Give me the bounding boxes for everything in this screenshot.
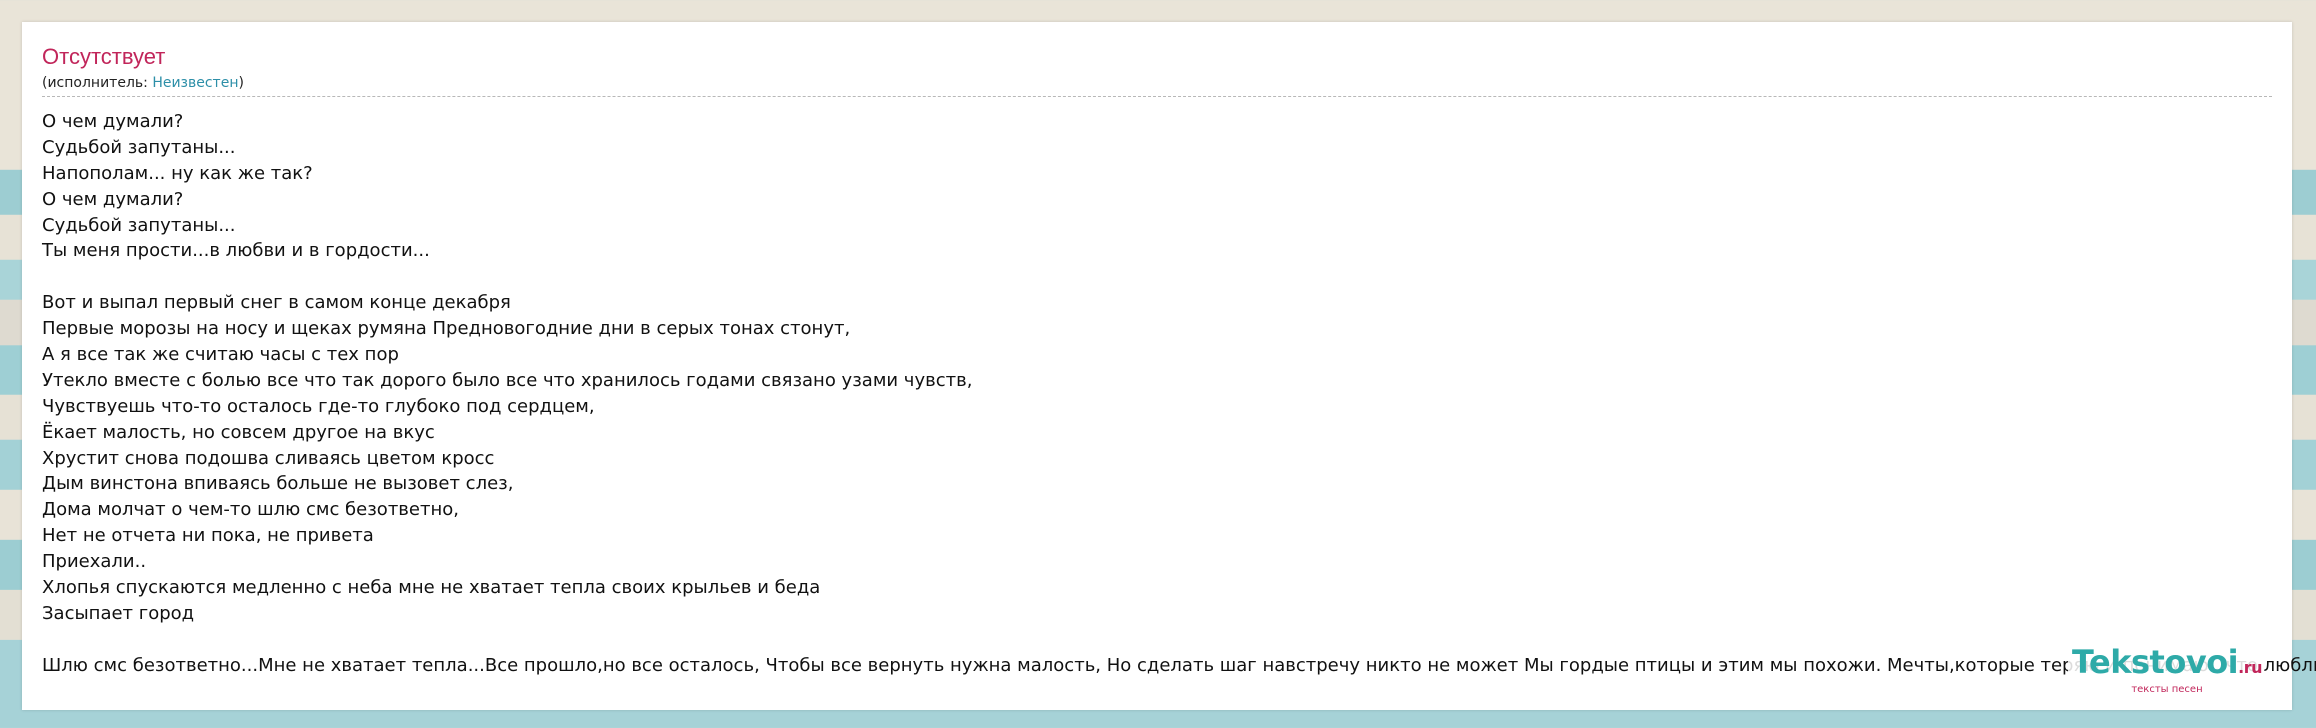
lyrics-line: А я все так же считаю часы с тех пор [42,344,399,366]
lyrics-line: О чем думали? [42,188,184,210]
lyrics-line: Ёкает малость, но совсем другое на вкус [42,421,435,443]
lyrics-line: Судьбой запутаны... [42,136,236,158]
lyrics-line: Дым винстона впиваясь больше не вызовет … [42,473,514,495]
lyrics-line: О чем думали? [42,111,184,132]
lyrics-line: Дома молчат о чем-то шлю смс безответно, [42,499,459,521]
artist-link[interactable]: Неизвестен [152,75,238,91]
artist-suffix: ) [238,75,244,91]
lyrics-line: Нет не отчета ни пока, не привета [42,525,374,547]
lyrics-line: Чувствуешь что-то осталось где-то глубок… [42,395,595,417]
song-title: Отсутствует [42,44,166,69]
artist-line: (исполнитель: Неизвестен) [42,74,2272,97]
site-logo[interactable]: Tekstovoi.ru тексты песен [2067,643,2263,696]
lyrics-blank-line [42,264,2272,290]
lyrics-text: О чем думали? Судьбой запутаны... Напопо… [42,109,2316,679]
lyrics-line: Утекло вместе с болью все что так дорого… [42,369,973,391]
logo-brand-text: Tekstovoi [2071,643,2239,681]
lyrics-blank-line [42,627,2272,653]
lyrics-line: Судьбой запутаны... [42,214,236,236]
lyrics-line: Первые морозы на носу и щеках румяна Пре… [42,318,851,340]
lyrics-line: Приехали.. [42,551,147,573]
logo-wordmark: Tekstovoi.ru [2071,643,2263,684]
lyrics-card: Отсутствует (исполнитель: Неизвестен) О … [22,22,2316,710]
lyrics-line: Засыпает город [42,602,195,624]
artist-prefix: (исполнитель: [42,75,153,91]
lyrics-line: Ты меня прости...в любви и в гордости... [42,240,430,262]
lyrics-line: Хлопья спускаются медленно с неба мне не… [42,577,821,599]
lyrics-line: Напополам... ну как же так? [42,162,313,184]
lyrics-line: Хрустит снова подошва сливаясь цветом кр… [42,447,495,469]
logo-tagline: тексты песен [2131,684,2203,695]
lyrics-line: Шлю смс безответно...Мне не хватает тепл… [42,654,2316,676]
lyrics-line: Вот и выпал первый снег в самом конце де… [42,292,511,314]
logo-tld: .ru [2238,658,2262,677]
